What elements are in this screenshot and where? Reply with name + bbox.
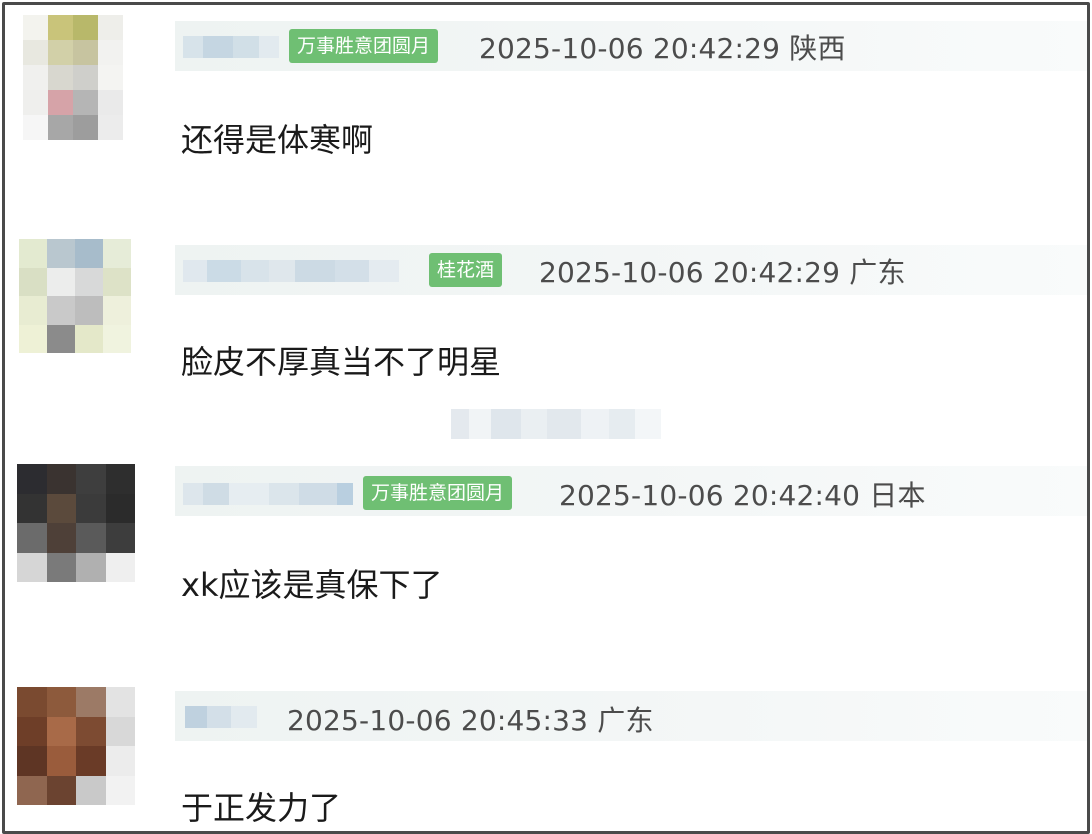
comment-timestamp: 2025-10-06 20:42:29 [479, 32, 781, 65]
comment-meta: 2025-10-06 20:42:40 日本 [559, 474, 926, 514]
comment-meta: 2025-10-06 20:42:29 广东 [539, 251, 906, 291]
comment-location: 日本 [869, 479, 926, 512]
redacted-blur [451, 409, 661, 439]
comment-text: xk应该是真保下了 [181, 566, 443, 604]
comment-timestamp: 2025-10-06 20:42:29 [539, 256, 841, 289]
username-blurred[interactable] [183, 480, 353, 508]
fan-badge: 万事胜意团圆月 [363, 476, 513, 510]
user-avatar[interactable] [23, 15, 123, 140]
comment-location: 广东 [849, 256, 906, 289]
user-avatar[interactable] [17, 464, 135, 582]
comment-timestamp: 2025-10-06 20:45:33 [287, 704, 589, 737]
comment-item: 2025-10-06 20:45:33 广东 于正发力了 [5, 675, 1087, 831]
username-blurred[interactable] [185, 703, 257, 731]
comment-text: 还得是体寒啊 [181, 121, 374, 159]
user-avatar[interactable] [17, 687, 135, 805]
user-avatar[interactable] [19, 239, 131, 353]
fan-badge: 万事胜意团圆月 [289, 29, 439, 63]
username-blurred[interactable] [183, 257, 399, 285]
comment-text: 脸皮不厚真当不了明星 [181, 343, 502, 381]
comment-location: 陕西 [789, 32, 846, 65]
comment-item: 万事胜意团圆月 2025-10-06 20:42:40 日本 xk应该是真保下了 [5, 450, 1087, 675]
comment-meta: 2025-10-06 20:45:33 广东 [287, 699, 654, 739]
comment-timestamp: 2025-10-06 20:42:40 [559, 479, 861, 512]
comment-location: 广东 [597, 704, 654, 737]
fan-badge: 桂花酒 [429, 253, 503, 287]
comment-item: 万事胜意团圆月 2025-10-06 20:42:29 陕西 还得是体寒啊 [5, 5, 1087, 225]
username-blurred[interactable] [183, 33, 279, 61]
comment-meta: 2025-10-06 20:42:29 陕西 [479, 27, 846, 67]
comment-list-frame: 万事胜意团圆月 2025-10-06 20:42:29 陕西 还得是体寒啊 桂花… [2, 2, 1090, 834]
comment-text: 于正发力了 [181, 789, 342, 827]
